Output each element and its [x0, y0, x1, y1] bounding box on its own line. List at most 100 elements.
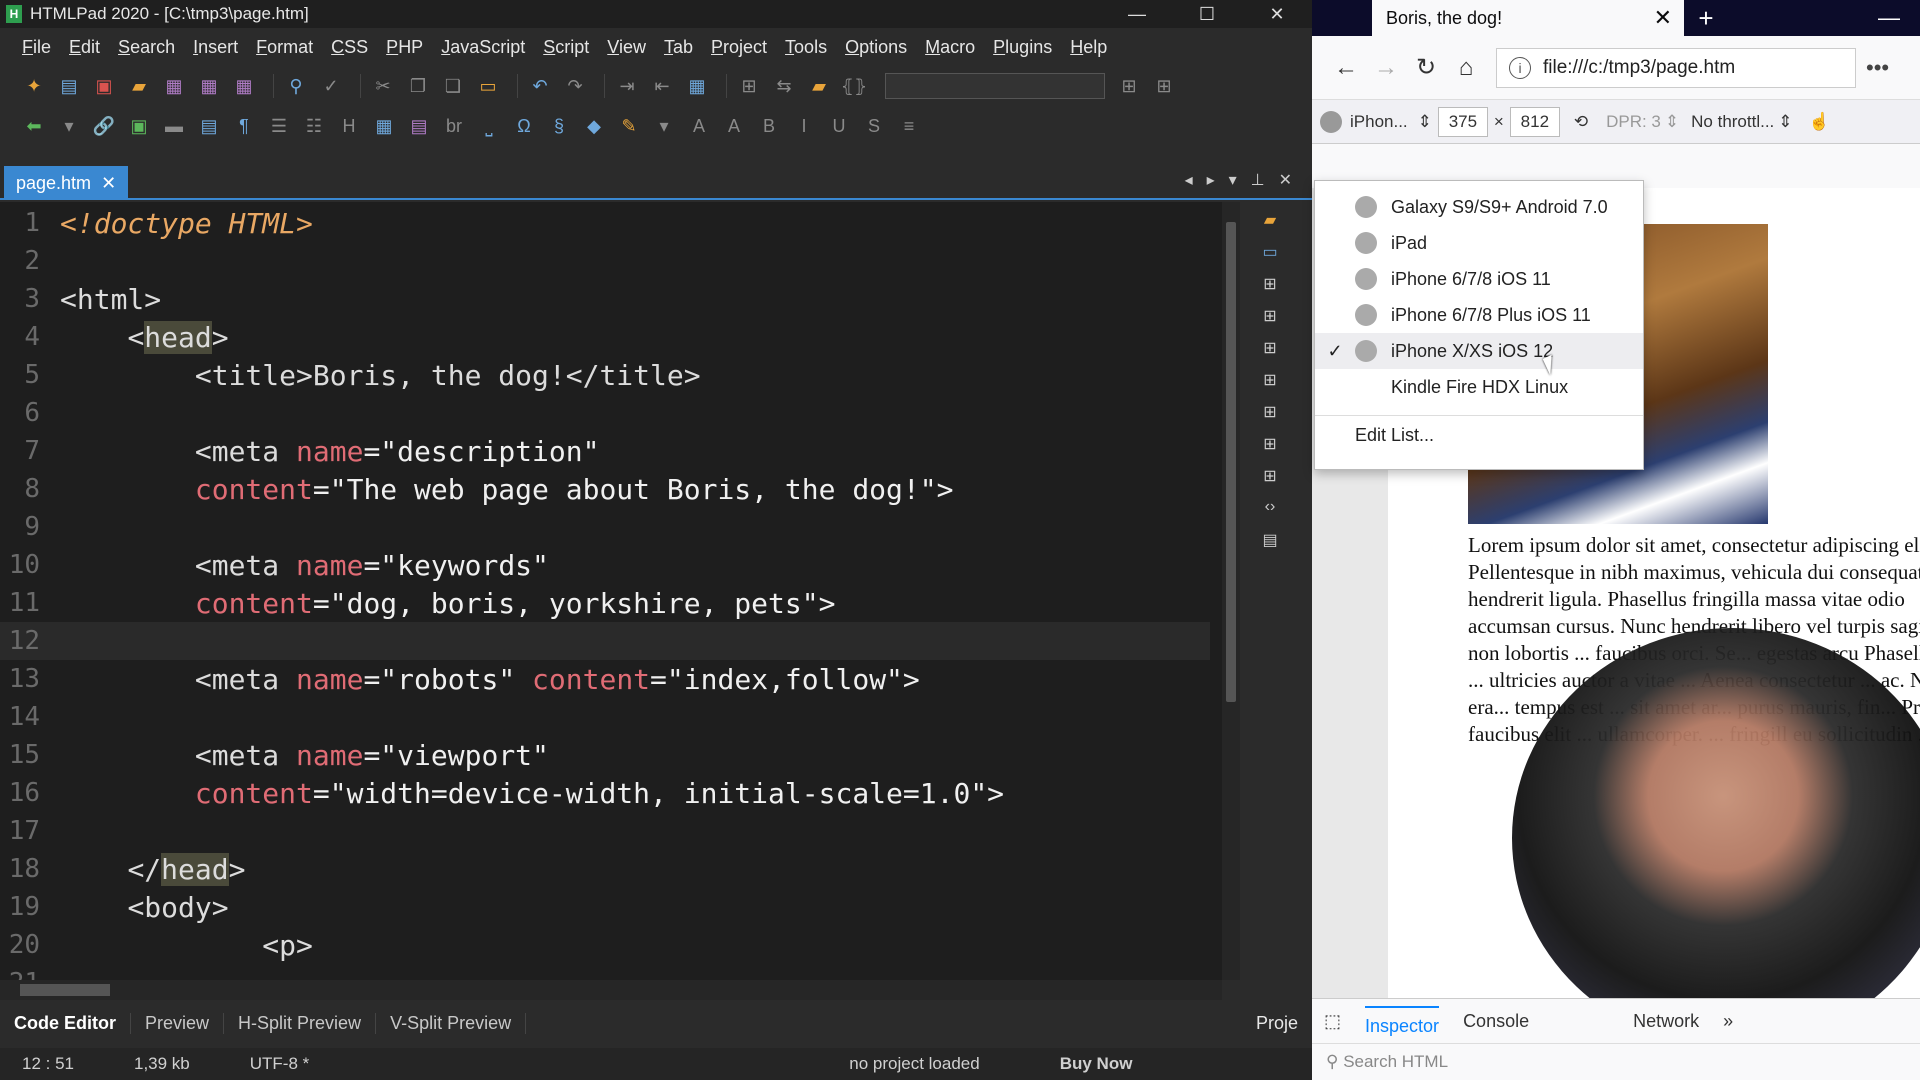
font-size-up-icon[interactable]: A: [685, 114, 713, 138]
forward-icon[interactable]: →: [1366, 54, 1406, 82]
minimize-icon[interactable]: —: [1878, 5, 1900, 31]
buy-now-link[interactable]: Buy Now: [1060, 1054, 1133, 1074]
save-as-icon[interactable]: ▦: [230, 74, 258, 98]
reload-icon[interactable]: ↻: [1406, 53, 1446, 82]
viewport-height[interactable]: 812: [1509, 106, 1560, 137]
break-icon[interactable]: br: [440, 114, 468, 138]
dropdown-arrow-icon[interactable]: ▾: [55, 114, 83, 138]
tab-network[interactable]: Network: [1633, 1011, 1699, 1032]
menu-php[interactable]: PHP: [386, 37, 423, 58]
expand-icon[interactable]: ⊞: [1258, 466, 1282, 490]
tab-console[interactable]: Console: [1463, 1011, 1529, 1032]
italic-icon[interactable]: I: [790, 114, 818, 138]
undo-icon[interactable]: ↶: [526, 74, 554, 98]
menu-macro[interactable]: Macro: [925, 37, 975, 58]
link-icon[interactable]: 🔗: [90, 114, 118, 138]
menu-file[interactable]: File: [22, 37, 51, 58]
scroll-thumb[interactable]: [20, 984, 110, 996]
device-option[interactable]: iPhone 6/7/8 iOS 11: [1315, 261, 1643, 297]
search-html-input[interactable]: ⚲ Search HTML: [1312, 1043, 1920, 1079]
device-option[interactable]: iPad: [1315, 225, 1643, 261]
project-icon[interactable]: ▰: [805, 74, 833, 98]
expand-icon[interactable]: ⊞: [1258, 306, 1282, 330]
strikethrough-icon[interactable]: S: [860, 114, 888, 138]
menu-insert[interactable]: Insert: [193, 37, 238, 58]
code-editor[interactable]: 1 <!doctype HTML> 2 3 <html> 4 <head> 5 <t…: [0, 202, 1222, 980]
more-icon[interactable]: •••: [1866, 55, 1889, 81]
minimize-button[interactable]: —: [1102, 4, 1172, 25]
brush-icon[interactable]: ✎: [615, 114, 643, 138]
tab-project[interactable]: Proje: [1242, 1013, 1312, 1034]
encoding[interactable]: UTF-8 *: [250, 1054, 310, 1074]
expand-icon[interactable]: ⊞: [1258, 338, 1282, 362]
binoculars-icon[interactable]: ⊞: [735, 74, 763, 98]
expand-icon[interactable]: ⊞: [1258, 370, 1282, 394]
toolbar-combo[interactable]: [885, 73, 1105, 99]
tab-list-icon[interactable]: ▾: [1229, 170, 1237, 190]
tab-prev-icon[interactable]: ◂: [1185, 170, 1193, 190]
rotate-icon[interactable]: ⟲: [1574, 112, 1588, 132]
close-all-icon[interactable]: ✕: [1279, 170, 1292, 190]
snippet-icon[interactable]: ⦃⦄: [840, 74, 868, 98]
folder-icon[interactable]: ▰: [1258, 210, 1282, 234]
device-option-selected[interactable]: ✓ iPhone X/XS iOS 12: [1315, 333, 1643, 369]
menu-search[interactable]: Search: [118, 37, 175, 58]
pick-element-icon[interactable]: ⬚: [1324, 1011, 1341, 1032]
comment-icon[interactable]: ▤: [195, 114, 223, 138]
maximize-button[interactable]: ☐: [1172, 4, 1242, 25]
device-option[interactable]: Kindle Fire HDX Linux: [1315, 369, 1643, 405]
align-icon[interactable]: ≡: [895, 114, 923, 138]
omega-icon[interactable]: Ω: [510, 114, 538, 138]
redo-icon[interactable]: ↷: [561, 74, 589, 98]
horizontal-scrollbar[interactable]: [0, 980, 1222, 1000]
tab-page-htm[interactable]: page.htm ✕: [4, 166, 129, 200]
nbsp-icon[interactable]: ⎵: [475, 114, 503, 138]
dropdown-arrow-icon[interactable]: ▾: [650, 114, 678, 138]
menu-edit[interactable]: Edit: [69, 37, 100, 58]
menu-help[interactable]: Help: [1070, 37, 1107, 58]
tab-code-editor[interactable]: Code Editor: [0, 1012, 131, 1034]
device-select[interactable]: iPhon...: [1350, 112, 1418, 132]
unordered-list-icon[interactable]: ☰: [265, 114, 293, 138]
new-tab-icon[interactable]: +: [1684, 3, 1728, 34]
url-bar[interactable]: i file:///c:/tmp3/page.htm: [1496, 47, 1856, 88]
info-icon[interactable]: i: [1509, 56, 1531, 79]
pin-icon[interactable]: ⊥: [1251, 170, 1265, 190]
more-tabs-icon[interactable]: »: [1723, 1011, 1733, 1032]
style-icon[interactable]: §: [545, 114, 573, 138]
menu-css[interactable]: CSS: [331, 37, 368, 58]
new-file-icon[interactable]: ✦: [20, 74, 48, 98]
font-size-down-icon[interactable]: A: [720, 114, 748, 138]
hr-icon[interactable]: ▬: [160, 114, 188, 138]
tab-h-split-preview[interactable]: H-Split Preview: [224, 1012, 377, 1034]
form-icon[interactable]: ▤: [405, 114, 433, 138]
close-tab-icon[interactable]: ✕: [101, 173, 116, 194]
ordered-list-icon[interactable]: ☷: [300, 114, 328, 138]
paste-icon[interactable]: ❏: [439, 74, 467, 98]
find-icon[interactable]: ⚲: [282, 74, 310, 98]
replace-icon[interactable]: ⇆: [770, 74, 798, 98]
code-icon[interactable]: ‹›: [1258, 498, 1282, 522]
copy-icon[interactable]: ❐: [404, 74, 432, 98]
insert-table-icon[interactable]: ▦: [370, 114, 398, 138]
menu-options[interactable]: Options: [845, 37, 907, 58]
open-folder-icon[interactable]: ▰: [125, 74, 153, 98]
tab-preview[interactable]: Preview: [131, 1012, 225, 1034]
menu-format[interactable]: Format: [256, 37, 313, 58]
table-icon[interactable]: ▦: [683, 74, 711, 98]
new-html-icon[interactable]: ▤: [55, 74, 83, 98]
bold-icon[interactable]: B: [755, 114, 783, 138]
menu-javascript[interactable]: JavaScript: [441, 37, 525, 58]
menu-tools[interactable]: Tools: [785, 37, 827, 58]
heading-icon[interactable]: H: [335, 114, 363, 138]
find-in-files-icon[interactable]: ⊞: [1115, 74, 1143, 98]
tag-icon[interactable]: ◆: [580, 114, 608, 138]
device-option[interactable]: Galaxy S9/S9+ Android 7.0: [1315, 189, 1643, 225]
throttle-select[interactable]: No throttl...: [1691, 112, 1774, 132]
tab-v-split-preview[interactable]: V-Split Preview: [376, 1012, 527, 1034]
menu-plugins[interactable]: Plugins: [993, 37, 1052, 58]
monitor-icon[interactable]: ▭: [1258, 242, 1282, 266]
scroll-thumb[interactable]: [1226, 222, 1236, 702]
indent-icon[interactable]: ⇥: [613, 74, 641, 98]
device-option[interactable]: iPhone 6/7/8 Plus iOS 11: [1315, 297, 1643, 333]
